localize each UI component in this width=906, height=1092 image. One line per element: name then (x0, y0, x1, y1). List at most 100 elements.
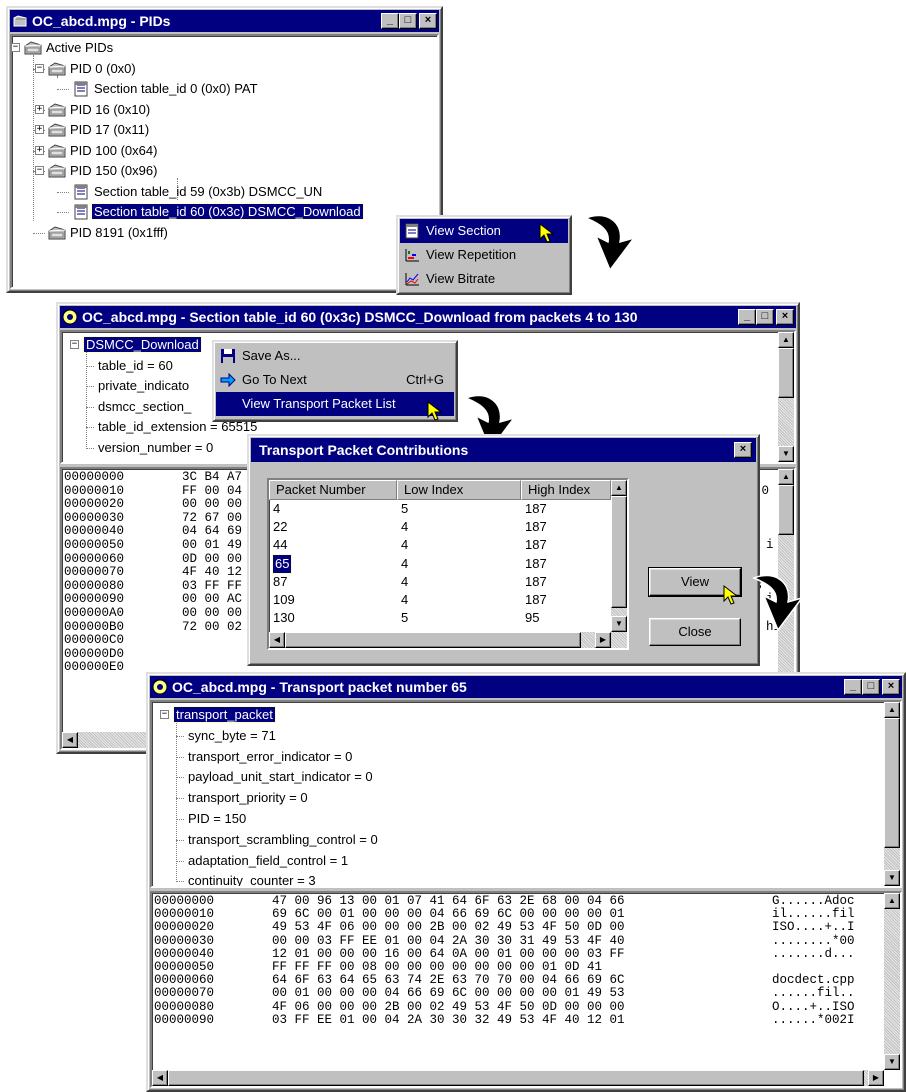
tree-node[interactable]: adaptation_field_control = 1 (186, 851, 350, 871)
menu-item[interactable]: Save As... (216, 344, 454, 368)
packet-number-cell[interactable]: 4 (273, 500, 280, 518)
low-index-cell[interactable]: 4 (401, 555, 408, 573)
low-index-cell[interactable]: 4 (401, 518, 408, 536)
collapse-icon[interactable]: − (35, 63, 44, 73)
maximize-button[interactable]: □ (399, 13, 417, 29)
scroll-right-button[interactable]: ▶ (595, 632, 611, 648)
vertical-scrollbar[interactable]: ▲ ▼ (778, 332, 794, 462)
tree-node[interactable]: PID 100 (0x64) (68, 141, 159, 161)
menu-item[interactable]: View Repetition (400, 243, 568, 267)
packet-tree-view[interactable]: − transport_packet sync_byte = 71 transport… (150, 700, 902, 888)
horizontal-scrollbar[interactable]: ◀ ▶ (269, 632, 627, 648)
vertical-scrollbar[interactable]: ▲ ▼ (884, 702, 900, 886)
high-index-cell[interactable]: 95 (525, 609, 539, 627)
column-header[interactable]: High Index (521, 480, 611, 500)
scroll-thumb[interactable] (884, 718, 900, 848)
scroll-thumb[interactable] (778, 485, 794, 535)
tree-node[interactable]: PID 17 (0x11) (68, 120, 151, 140)
tree-node[interactable]: PID 150 (0x96) (68, 161, 159, 181)
dialog-close-button[interactable]: × (734, 442, 752, 458)
scroll-thumb[interactable] (611, 496, 627, 608)
scroll-up-button[interactable]: ▲ (778, 332, 794, 348)
tree-node[interactable]: continuity_counter = 3 (186, 871, 318, 886)
tree-node[interactable]: PID 16 (0x10) (68, 100, 152, 120)
tree-node[interactable]: version_number = 0 (96, 438, 215, 458)
menu-item[interactable]: View Transport Packet List (216, 392, 454, 416)
dialog-titlebar[interactable]: Transport Packet Contributions × (251, 438, 756, 462)
tree-node[interactable]: dsmcc_section_ (96, 397, 193, 417)
vertical-scrollbar[interactable]: ▲ ▼ (611, 480, 627, 632)
minimize-button[interactable]: _ (738, 309, 756, 325)
tree-node[interactable]: DSMCC_Download (83, 335, 202, 355)
maximize-button[interactable]: □ (862, 679, 880, 695)
packet-number-cell[interactable]: 109 (273, 591, 295, 609)
column-header[interactable]: Packet Number (269, 480, 397, 500)
scroll-thumb[interactable] (168, 1070, 864, 1086)
scroll-up-button[interactable]: ▲ (778, 469, 794, 485)
scroll-down-button[interactable]: ▼ (778, 446, 794, 462)
high-index-cell[interactable]: 187 (525, 555, 547, 573)
scroll-left-button[interactable]: ◀ (62, 732, 78, 748)
menu-item[interactable]: View Bitrate (400, 267, 568, 291)
horizontal-scrollbar[interactable]: ◀ ▶ (152, 1070, 884, 1086)
scroll-left-button[interactable]: ◀ (269, 632, 285, 648)
close-button[interactable]: × (776, 309, 794, 325)
scroll-right-button[interactable]: ▶ (868, 1070, 884, 1086)
packet-number-cell[interactable]: 65 (271, 553, 293, 574)
pid-tree-view[interactable]: − Active PIDs − PID 0 (0x0) Section table_id… (10, 34, 439, 289)
tree-node[interactable]: PID 8191 (0x1fff) (68, 223, 170, 243)
scroll-up-button[interactable]: ▲ (884, 702, 900, 718)
tree-node[interactable]: sync_byte = 71 (186, 726, 278, 746)
scroll-up-button[interactable]: ▲ (611, 480, 627, 496)
scroll-left-button[interactable]: ◀ (152, 1070, 168, 1086)
tree-node[interactable]: transport_scrambling_control = 0 (186, 830, 380, 850)
packet-window-titlebar[interactable]: OC_abcd.mpg - Transport packet number 65… (150, 676, 902, 698)
tree-node[interactable]: PID 0 (0x0) (68, 59, 138, 79)
scroll-down-button[interactable]: ▼ (611, 616, 627, 632)
tree-node[interactable]: transport_packet (173, 705, 276, 725)
high-index-cell[interactable]: 187 (525, 591, 547, 609)
tree-node[interactable]: Section table_id 60 (0x3c) DSMCC_Downloa… (91, 202, 364, 222)
tree-node[interactable]: payload_unit_start_indicator = 0 (186, 767, 375, 787)
tree-node[interactable]: Section table_id 59 (0x3b) DSMCC_UN (92, 182, 324, 202)
low-index-cell[interactable]: 4 (401, 536, 408, 554)
pids-window-titlebar[interactable]: OC_abcd.mpg - PIDs _ □ × (10, 10, 439, 32)
packet-number-cell[interactable]: 87 (273, 573, 287, 591)
tree-node[interactable]: transport_priority = 0 (186, 788, 310, 808)
minimize-button[interactable]: _ (844, 679, 862, 695)
close-button[interactable]: × (882, 679, 900, 695)
low-index-cell[interactable]: 5 (401, 609, 408, 627)
packet-number-cell[interactable]: 44 (273, 536, 287, 554)
tree-node[interactable]: transport_error_indicator = 0 (186, 747, 354, 767)
expand-icon[interactable]: + (35, 125, 44, 134)
low-index-cell[interactable]: 4 (401, 573, 408, 591)
low-index-cell[interactable]: 4 (401, 591, 408, 609)
scroll-down-button[interactable]: ▼ (884, 1054, 900, 1070)
high-index-cell[interactable]: 187 (525, 536, 547, 554)
scroll-thumb[interactable] (285, 632, 581, 648)
tree-node[interactable]: Section table_id 0 (0x0) PAT (92, 79, 260, 99)
packet-number-cell[interactable]: 22 (273, 518, 287, 536)
scroll-thumb[interactable] (778, 348, 794, 398)
packet-number-cell[interactable]: 130 (273, 609, 295, 627)
scroll-down-button[interactable]: ▼ (884, 870, 900, 886)
low-index-cell[interactable]: 5 (401, 500, 408, 518)
vertical-scrollbar[interactable]: ▲ ▼ (884, 893, 900, 1070)
tree-node[interactable]: private_indicato (96, 376, 191, 396)
collapse-icon[interactable]: − (70, 340, 79, 349)
tree-node[interactable]: Active PIDs (44, 38, 115, 58)
expand-icon[interactable]: + (35, 145, 44, 155)
high-index-cell[interactable]: 187 (525, 500, 547, 518)
scroll-up-button[interactable]: ▲ (884, 893, 900, 909)
tree-node[interactable]: PID = 150 (186, 809, 248, 829)
tree-node[interactable]: table_id = 60 (96, 356, 175, 376)
close-button[interactable]: Close (649, 618, 741, 646)
high-index-cell[interactable]: 187 (525, 573, 547, 591)
collapse-icon[interactable]: − (12, 43, 20, 52)
maximize-button[interactable]: □ (756, 309, 774, 325)
expand-icon[interactable]: + (35, 104, 44, 114)
packet-hex-view[interactable]: 00000000 47 00 96 13 00 01 07 41 64 6F 63… (150, 891, 902, 1088)
packet-list-view[interactable]: Packet Number Low Index High Index 4 5 187 22 4… (267, 478, 629, 650)
section-window-titlebar[interactable]: OC_abcd.mpg - Section table_id 60 (0x3c)… (60, 306, 796, 328)
collapse-icon[interactable]: − (35, 166, 44, 175)
